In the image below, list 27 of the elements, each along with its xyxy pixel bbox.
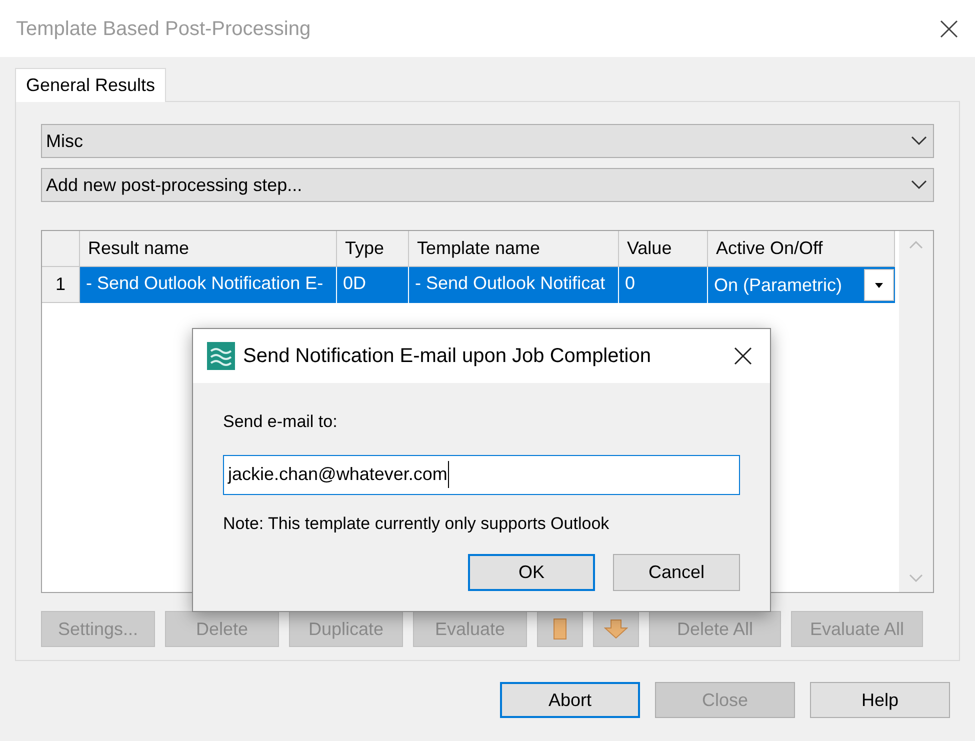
dialog-button[interactable]: OK	[468, 554, 595, 591]
dropdown[interactable]: Add new post-processing step...	[41, 168, 934, 202]
active-dropdown[interactable]: On (Parametric)	[708, 267, 895, 303]
dialog-button[interactable]: Cancel	[613, 554, 740, 591]
chevron-down-icon[interactable]	[909, 574, 923, 582]
chevron-down-icon	[911, 136, 927, 146]
app-logo-icon	[207, 342, 235, 370]
email-field[interactable]: jackie.chan@whatever.com	[223, 454, 740, 494]
table-cell: 0	[619, 267, 708, 303]
dropdown[interactable]: Misc	[41, 124, 934, 158]
chevron-up-icon[interactable]	[909, 241, 923, 249]
arrow-down-icon	[604, 619, 628, 639]
footer-button[interactable]: Help	[810, 682, 950, 718]
window-title: Template Based Post-Processing	[16, 16, 311, 42]
note-text: Note: This template currently only supports Outlook	[223, 512, 610, 534]
tab[interactable]: General Results	[15, 68, 166, 102]
dialog-title: Send Notification E-mail upon Job Completion	[243, 344, 651, 369]
close-icon[interactable]	[939, 18, 959, 38]
footer-button[interactable]: Abort	[500, 682, 640, 718]
chevron-down-icon	[911, 180, 927, 190]
field-label: Send e-mail to:	[223, 411, 338, 433]
clipboard-icon	[553, 618, 567, 640]
close-icon[interactable]	[734, 347, 752, 365]
table-cell: - Send Outlook Notificat	[409, 267, 619, 303]
table-cell: 0D	[337, 267, 409, 303]
row-header: 1	[42, 267, 80, 303]
table-cell: - Send Outlook Notification E-	[80, 267, 337, 303]
